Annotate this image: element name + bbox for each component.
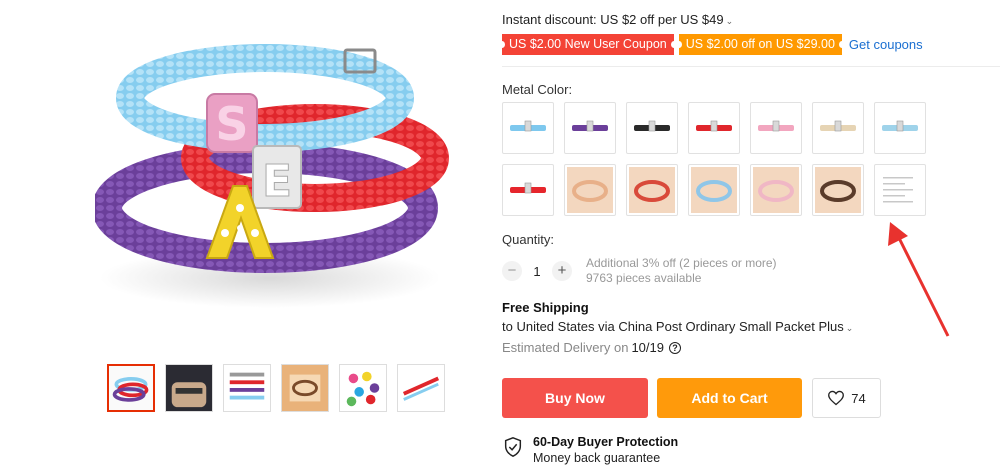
- shield-check-icon: [504, 437, 522, 457]
- thumbnail-1[interactable]: [107, 364, 155, 412]
- buyer-protection-subtitle: Money back guarantee: [533, 451, 661, 465]
- quantity-increase-button[interactable]: +: [552, 261, 572, 281]
- wishlist-button[interactable]: 74: [812, 378, 881, 418]
- coupon-row: US $2.00 New User Coupon US $2.00 off on…: [499, 34, 923, 55]
- svg-text:E: E: [262, 156, 292, 207]
- swatch-image: [691, 167, 737, 213]
- thumbnail-6[interactable]: [397, 364, 445, 412]
- metal-color-label: Metal Color:: [502, 82, 573, 97]
- color-swatch-purple[interactable]: [564, 102, 616, 154]
- swatch-image: [883, 177, 913, 203]
- chevron-down-icon: ⌄: [725, 16, 734, 26]
- store-coupon-badge[interactable]: US $2.00 off on US $29.00: [675, 34, 846, 55]
- shipping-method-text: to United States via China Post Ordinary…: [502, 319, 844, 334]
- swatch-image: [634, 120, 670, 132]
- swatch-image: [758, 120, 794, 132]
- color-swatch-cream-sliders[interactable]: [564, 164, 616, 216]
- thumbnail-5[interactable]: [339, 364, 387, 412]
- swatch-image: [572, 120, 608, 132]
- estimated-delivery-label: Estimated Delivery on: [502, 340, 629, 355]
- color-swatch-red-2[interactable]: [502, 164, 554, 216]
- color-swatch-blue-sliders[interactable]: [688, 164, 740, 216]
- main-product-image[interactable]: S E: [92, 28, 455, 338]
- color-swatch-sky-blue[interactable]: [502, 102, 554, 154]
- new-user-coupon-badge[interactable]: US $2.00 New User Coupon: [499, 34, 677, 55]
- buyer-protection: 60-Day Buyer Protection Money back guara…: [502, 434, 678, 466]
- free-shipping-title: Free Shipping: [502, 300, 589, 315]
- bracelet-photo: S E: [92, 44, 449, 308]
- quantity-decrease-button[interactable]: −: [502, 261, 522, 281]
- estimated-delivery-date: 10/19: [631, 340, 664, 355]
- bulk-discount-note: Additional 3% off (2 pieces or more): [586, 256, 777, 270]
- instant-discount[interactable]: Instant discount: US $2 off per US $49 ⌄: [502, 12, 733, 27]
- swatch-image: [882, 120, 918, 132]
- swatch-image: [820, 120, 856, 132]
- svg-text:S: S: [215, 97, 248, 151]
- quantity-note: Additional 3% off (2 pieces or more) 976…: [586, 256, 777, 286]
- thumbnail-3[interactable]: [223, 364, 271, 412]
- color-swatch-dark-sliders[interactable]: [812, 164, 864, 216]
- swatch-image: [510, 182, 546, 194]
- color-swatch-red[interactable]: [688, 102, 740, 154]
- get-coupons-link[interactable]: Get coupons: [849, 37, 923, 52]
- heart-icon: [828, 390, 845, 406]
- color-swatch-size-chart[interactable]: [874, 164, 926, 216]
- shipping-method-selector[interactable]: to United States via China Post Ordinary…: [502, 319, 853, 334]
- instant-discount-text: Instant discount: US $2 off per US $49: [502, 12, 724, 27]
- buy-now-button[interactable]: Buy Now: [502, 378, 648, 418]
- swatch-image: [696, 120, 732, 132]
- buyer-protection-title: 60-Day Buyer Protection: [533, 435, 679, 449]
- color-swatch-beige[interactable]: [812, 102, 864, 154]
- chevron-down-icon: ⌄: [845, 323, 854, 333]
- thumbnail-strip: [107, 364, 445, 412]
- wishlist-count: 74: [851, 390, 866, 406]
- color-swatch-pink-sliders[interactable]: [750, 164, 802, 216]
- swatch-image: [629, 167, 675, 213]
- add-to-cart-button[interactable]: Add to Cart: [657, 378, 802, 418]
- stock-available: 9763 pieces available: [586, 271, 702, 285]
- quantity-label: Quantity:: [502, 232, 555, 247]
- quantity-stepper: − 1 + Additional 3% off (2 pieces or mor…: [502, 256, 777, 286]
- help-icon[interactable]: ?: [669, 341, 681, 354]
- annotation-arrow: [888, 222, 950, 337]
- color-swatch-pink[interactable]: [750, 102, 802, 154]
- thumbnail-2[interactable]: [165, 364, 213, 412]
- estimated-delivery: Estimated Delivery on 10/19 ?: [502, 340, 681, 355]
- color-swatch-black[interactable]: [626, 102, 678, 154]
- swatch-image: [815, 167, 861, 213]
- color-swatch-light-blue[interactable]: [874, 102, 926, 154]
- swatch-image: [510, 120, 546, 132]
- swatch-image: [753, 167, 799, 213]
- thumbnail-4[interactable]: [281, 364, 329, 412]
- swatch-image: [567, 167, 613, 213]
- color-swatch-red-sliders[interactable]: [626, 164, 678, 216]
- metal-color-swatches: [502, 102, 926, 216]
- quantity-value[interactable]: 1: [522, 264, 552, 279]
- divider: [502, 66, 1000, 67]
